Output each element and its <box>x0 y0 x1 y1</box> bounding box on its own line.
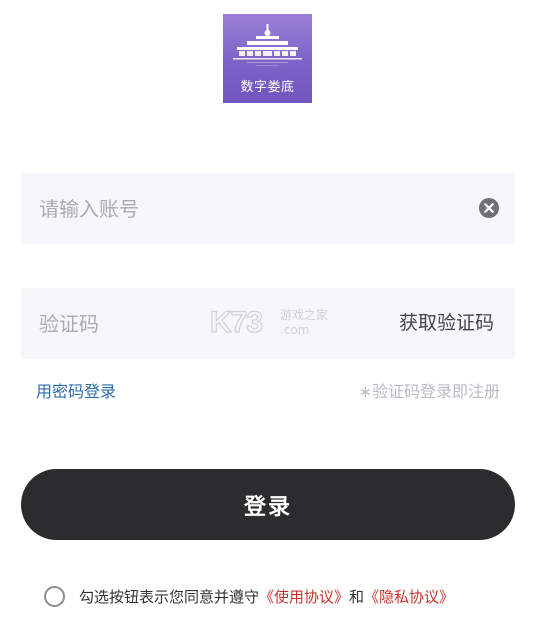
account-input[interactable] <box>39 173 459 244</box>
building-icon <box>233 24 302 66</box>
clear-circle-icon[interactable] <box>479 198 499 218</box>
verification-code-field: 获取验证码 <box>21 288 515 359</box>
account-field <box>21 173 515 244</box>
app-logo: 数字娄底 <box>223 14 312 103</box>
agreement-radio[interactable] <box>44 585 65 607</box>
verification-code-input[interactable] <box>39 288 289 359</box>
agreement-row: 勾选按钮表示您同意并遵守 《使用协议》 和 《隐私协议》 <box>44 584 454 608</box>
logo-label: 数字娄底 <box>240 80 295 95</box>
password-login-link[interactable]: 用密码登录 <box>36 378 116 402</box>
user-agreement-link[interactable]: 《使用协议》 <box>259 586 349 607</box>
agreement-prefix: 勾选按钮表示您同意并遵守 <box>79 587 260 606</box>
agreement-conjunction: 和 <box>349 587 365 606</box>
privacy-agreement-link[interactable]: 《隐私协议》 <box>364 586 454 607</box>
login-button[interactable]: 登录 <box>21 469 515 540</box>
get-code-button[interactable]: 获取验证码 <box>399 288 494 359</box>
register-hint: ∗验证码登录即注册 <box>358 382 500 401</box>
